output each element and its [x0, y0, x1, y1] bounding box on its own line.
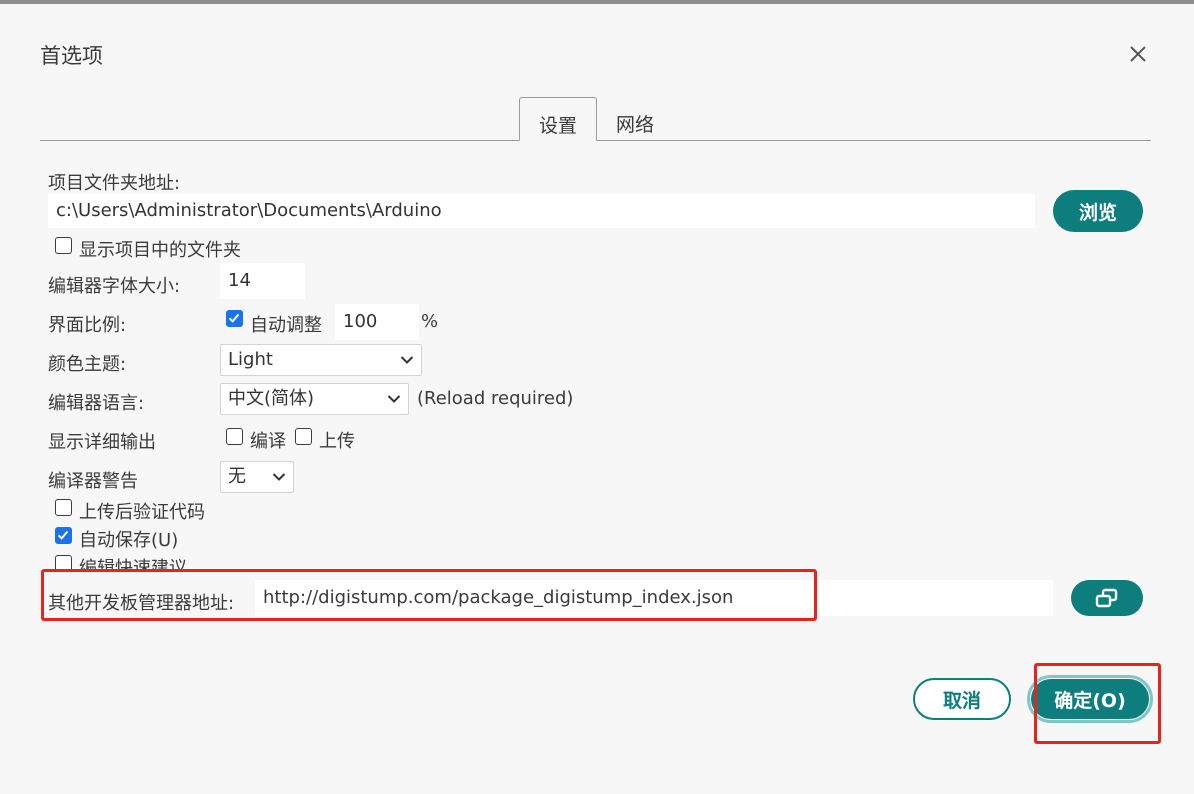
compiler-warnings-label: 编译器警告 [48, 471, 138, 492]
verbose-upload-label: 上传 [319, 431, 355, 452]
compiler-warnings-select[interactable]: 无 [220, 461, 294, 493]
theme-label: 颜色主题: [48, 354, 127, 375]
autosave-label: 自动保存(U) [79, 530, 179, 551]
language-label: 编辑器语言: [48, 393, 145, 414]
verbose-upload-checkbox[interactable] [295, 428, 312, 445]
auto-scale-checkbox[interactable] [226, 310, 243, 327]
verify-after-upload-checkbox[interactable] [55, 499, 72, 516]
interface-scale-label: 界面比例: [48, 315, 127, 336]
font-size-input[interactable]: 14 [220, 263, 305, 299]
theme-select-value: Light [228, 349, 273, 370]
language-reload-note: (Reload required) [417, 388, 574, 409]
verbose-output-label: 显示详细输出 [48, 432, 156, 453]
open-window-icon[interactable] [1071, 580, 1143, 616]
highlight-box-ok [1034, 663, 1161, 744]
language-select[interactable]: 中文(简体) [220, 383, 409, 415]
theme-select[interactable]: Light [220, 344, 422, 376]
dialog-title: 首选项 [40, 44, 103, 68]
scale-percent-input[interactable]: 100 [335, 304, 419, 340]
sketchbook-location-input[interactable]: c:\Users\Administrator\Documents\Arduino [48, 194, 1035, 228]
autosave-checkbox[interactable] [55, 527, 72, 544]
preferences-dialog: 首选项 设置 网络 项目文件夹地址: c:\Users\Administrato… [0, 4, 1194, 794]
compiler-warnings-value: 无 [228, 466, 246, 487]
auto-scale-label: 自动调整 [250, 315, 322, 336]
language-select-value: 中文(简体) [228, 388, 315, 409]
sketchbook-location-label: 项目文件夹地址: [48, 173, 181, 194]
chevron-down-icon [271, 462, 287, 492]
browse-button[interactable]: 浏览 [1053, 190, 1143, 232]
verify-after-upload-label: 上传后验证代码 [79, 502, 205, 523]
tab-settings[interactable]: 设置 [519, 97, 597, 141]
verbose-compile-label: 编译 [250, 431, 286, 452]
chevron-down-icon [399, 345, 415, 375]
close-icon[interactable] [1124, 40, 1152, 68]
highlight-box-board-urls [41, 569, 817, 621]
show-files-checkbox[interactable] [55, 237, 72, 254]
chevron-down-icon [386, 384, 402, 414]
show-files-label: 显示项目中的文件夹 [79, 240, 241, 261]
verbose-compile-checkbox[interactable] [226, 428, 243, 445]
font-size-label: 编辑器字体大小: [48, 276, 181, 297]
tab-network[interactable]: 网络 [603, 97, 667, 141]
scale-percent-unit: % [421, 311, 439, 332]
cancel-button[interactable]: 取消 [913, 678, 1011, 720]
